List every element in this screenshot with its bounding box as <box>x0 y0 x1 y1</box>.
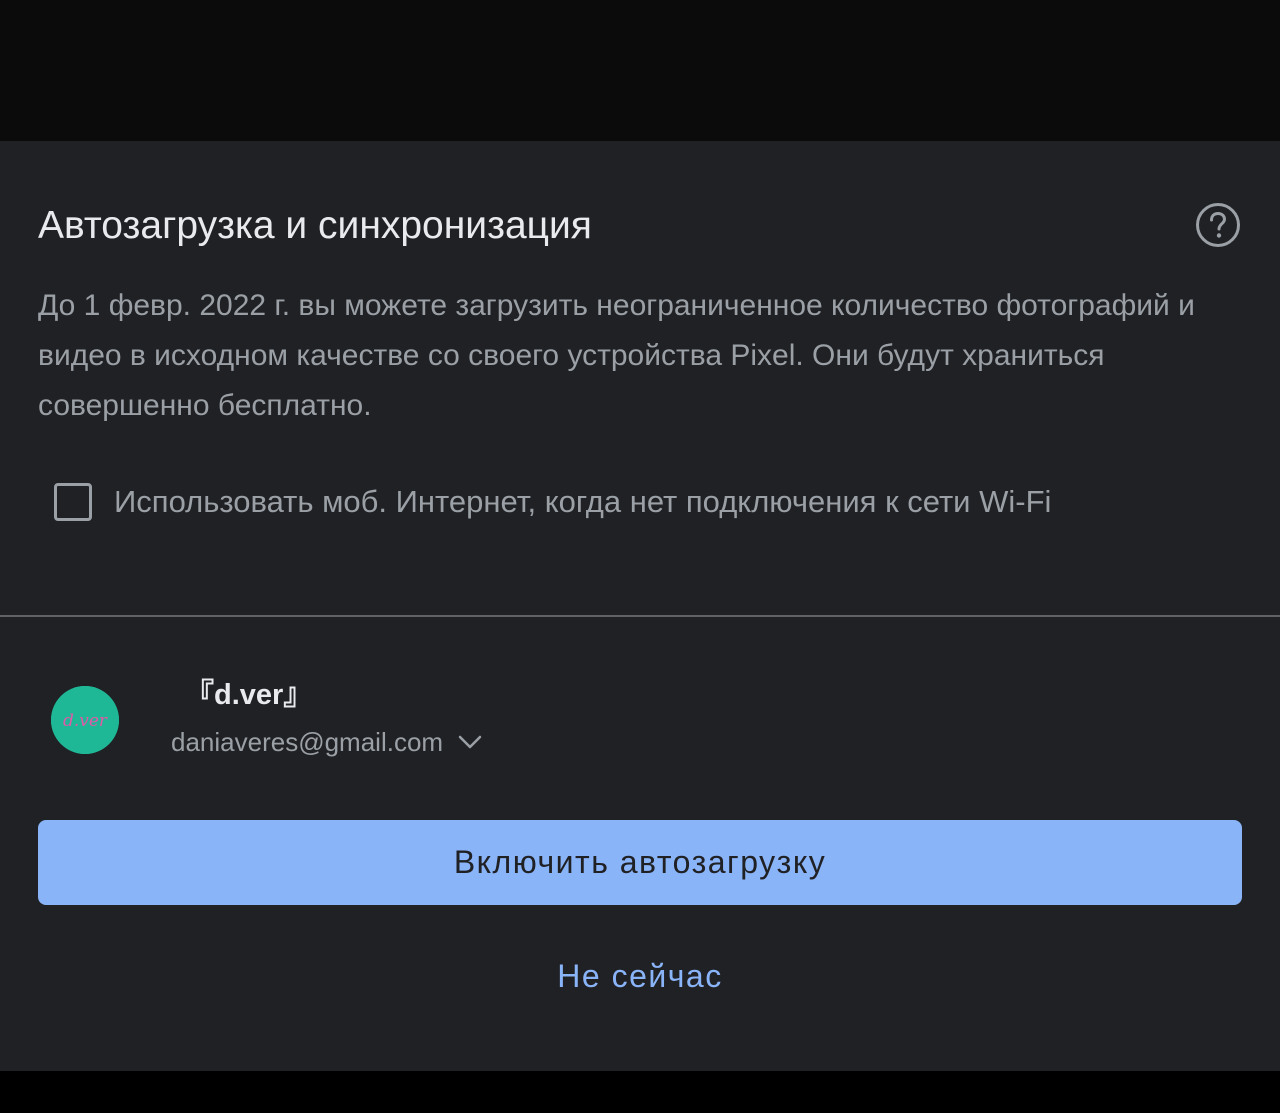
not-now-button[interactable]: Не сейчас <box>440 941 840 1011</box>
account-name: 『d.ver』 <box>185 679 313 711</box>
status-bar-area <box>0 0 1280 141</box>
avatar: d.ver <box>51 686 119 754</box>
mobile-data-checkbox-row[interactable]: Использовать моб. Интернет, когда нет по… <box>54 478 1051 526</box>
chevron-down-icon <box>458 735 482 749</box>
account-switcher[interactable]: daniaveres@gmail.com <box>171 724 483 760</box>
account-email: daniaveres@gmail.com <box>171 726 444 757</box>
help-circle-icon[interactable] <box>1195 202 1241 248</box>
dialog-title: Автозагрузка и синхронизация <box>38 204 592 247</box>
divider <box>0 615 1280 617</box>
svg-text:d.ver: d.ver <box>63 711 108 731</box>
mobile-data-checkbox[interactable] <box>54 483 92 521</box>
backup-dialog: Автозагрузка и синхронизация До 1 февр. … <box>0 141 1280 1071</box>
navigation-bar-area <box>0 1071 1280 1113</box>
dialog-description: До 1 февр. 2022 г. вы можете загрузить н… <box>38 289 1195 422</box>
enable-backup-button[interactable]: Включить автозагрузку <box>38 820 1242 905</box>
mobile-data-checkbox-label: Использовать моб. Интернет, когда нет по… <box>114 484 1052 519</box>
